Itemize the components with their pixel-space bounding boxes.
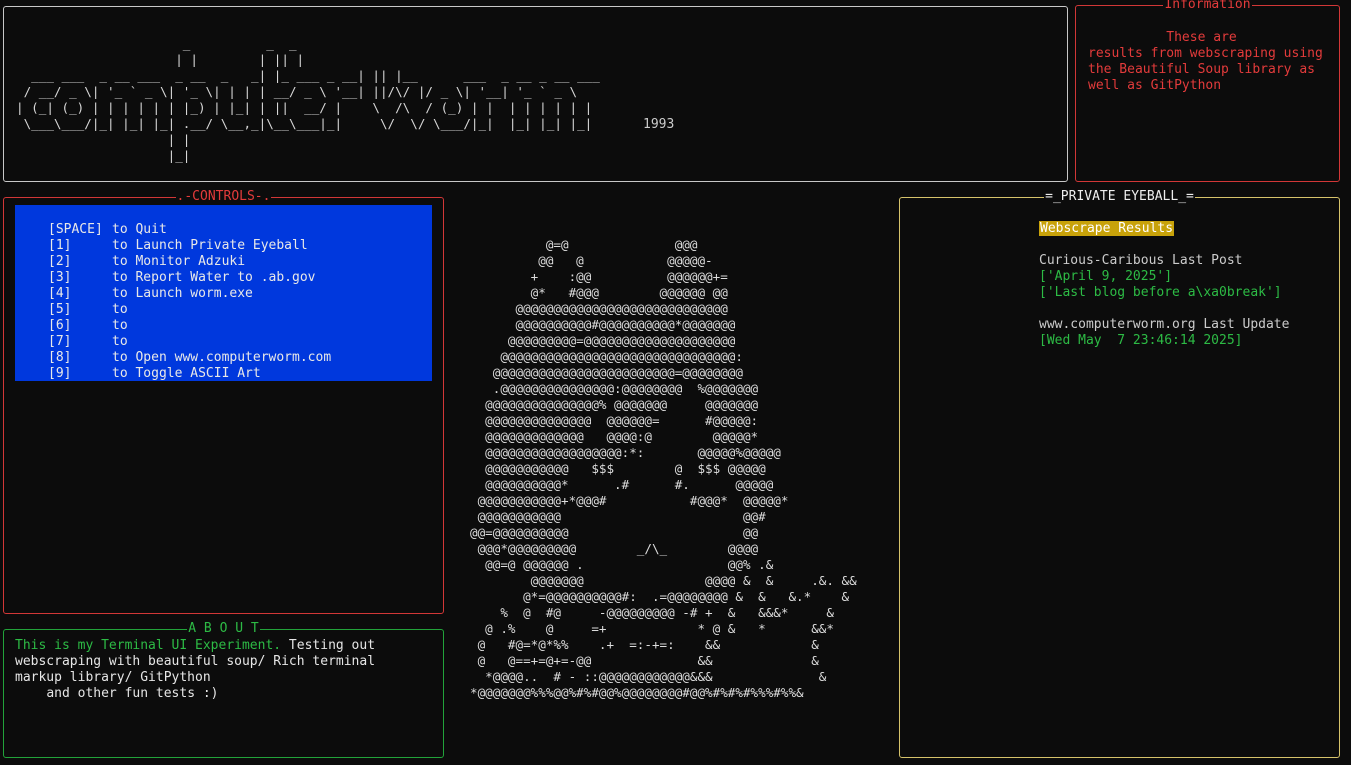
information-title: Information — [1163, 0, 1252, 12]
control-row: [SPACE] to Quit — [48, 222, 432, 238]
control-key: [SPACE] — [48, 222, 103, 237]
control-row: [3] to Report Water to .ab.gov — [48, 270, 432, 286]
webscrape-results: Webscrape Results Curious-Caribous Last … — [1039, 221, 1289, 349]
computerworm-logo-art: _ _ _ | | | || | ___ ___ _ __ ___ _ __ _… — [16, 36, 600, 163]
control-key: [1] — [48, 238, 72, 253]
control-action: to Toggle ASCII Art — [112, 366, 261, 381]
about-highlight: This is my Terminal UI Experiment. — [15, 638, 282, 653]
control-key: [2] — [48, 254, 72, 269]
control-action: to Report Water to .ab.gov — [112, 270, 316, 285]
site1-date: ['April 9, 2025'] — [1039, 269, 1173, 284]
control-key: [5] — [48, 302, 72, 317]
information-text: These are results from webscraping using… — [1088, 30, 1323, 93]
control-key: [9] — [48, 366, 72, 381]
control-action: to Launch worm.exe — [112, 286, 253, 301]
about-panel: A B O U T This is my Terminal UI Experim… — [3, 621, 444, 758]
control-action: to — [112, 302, 128, 317]
control-key: [6] — [48, 318, 72, 333]
information-panel: Information These are results from websc… — [1075, 0, 1340, 182]
control-row: [1] to Launch Private Eyeball — [48, 238, 432, 254]
control-action: to Open www.computerworm.com — [112, 350, 332, 365]
control-action: to Quit — [112, 222, 167, 237]
site2-date: [Wed May 7 23:46:14 2025] — [1039, 333, 1243, 348]
controls-title: .-CONTROLS-. — [175, 189, 272, 204]
site1-label: Curious-Caribous Last Post — [1039, 253, 1243, 268]
site1-post: ['Last blog before a\xa0break'] — [1039, 285, 1282, 300]
control-key: [4] — [48, 286, 72, 301]
control-key: [8] — [48, 350, 72, 365]
private-eyeball-panel: =_PRIVATE EYEBALL_= Webscrape Results Cu… — [899, 189, 1340, 758]
banner-panel: _ _ _ | | | || | ___ ___ _ __ ___ _ __ _… — [3, 6, 1068, 182]
control-key: [3] — [48, 270, 72, 285]
control-row: [4] to Launch worm.exe — [48, 286, 432, 302]
controls-panel: .-CONTROLS-. [SPACE] to Quit [1] to Launch … — [3, 189, 444, 614]
control-action: to — [112, 334, 128, 349]
site2-label: www.computerworm.org Last Update — [1039, 317, 1290, 332]
control-key: [7] — [48, 334, 72, 349]
control-action: to Launch Private Eyeball — [112, 238, 308, 253]
about-title: A B O U T — [187, 621, 260, 636]
webscrape-heading: Webscrape Results — [1039, 221, 1175, 236]
banner-year: 1993 — [643, 117, 675, 132]
control-action: to — [112, 318, 128, 333]
control-row: [9] to Toggle ASCII Art — [48, 366, 432, 382]
control-action: to Monitor Adzuki — [112, 254, 246, 269]
private-eyeball-title: =_PRIVATE EYEBALL_= — [1044, 189, 1195, 204]
control-row: [6] to — [48, 318, 432, 334]
control-row: [5] to — [48, 302, 432, 318]
about-text: This is my Terminal UI Experiment. Testi… — [15, 638, 435, 702]
control-row: [8] to Open www.computerworm.com — [48, 350, 432, 366]
ascii-art-image: @=@ @@@ @@ @ @@@@@- + :@@ @@@@@@+= @* #@… — [470, 237, 857, 700]
control-row: [2] to Monitor Adzuki — [48, 254, 432, 270]
control-row: [7] to — [48, 334, 432, 350]
controls-list: [SPACE] to Quit [1] to Launch Private Eyeba… — [15, 205, 432, 381]
